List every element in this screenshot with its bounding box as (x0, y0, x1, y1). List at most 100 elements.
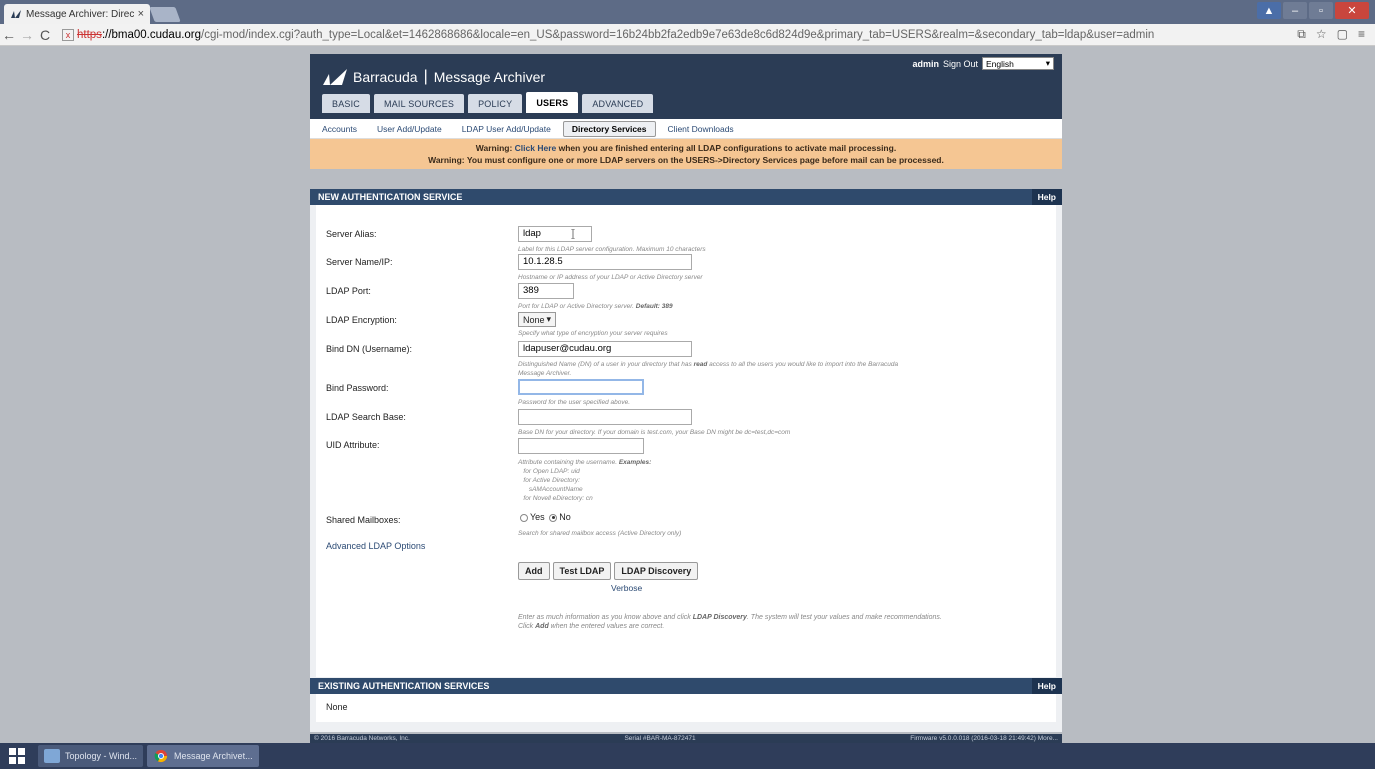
server-name-hint: Hostname or IP address of your LDAP or A… (518, 274, 703, 281)
ldap-encryption-label: LDAP Encryption: (326, 315, 397, 325)
brand-name: Barracuda (353, 69, 418, 85)
menu-icon[interactable]: ≡ (1358, 27, 1365, 42)
discovery-info: Enter as much information as you know ab… (518, 613, 1038, 631)
sign-out-link[interactable]: Sign Out (943, 59, 978, 69)
text-cursor-icon (571, 229, 575, 239)
url-host: ://bma00.cudau.org (101, 28, 202, 41)
app-footer: © 2016 Barracuda Networks, Inc. Serial #… (310, 734, 1062, 743)
forward-button[interactable]: → (18, 27, 36, 43)
tab-policy[interactable]: POLICY (468, 94, 523, 113)
minimize-icon[interactable]: ‒ (1283, 2, 1307, 19)
subnav-ldap-user-add-update[interactable]: LDAP User Add/Update (454, 122, 559, 136)
test-ldap-button[interactable]: Test LDAP (552, 562, 612, 580)
discovery-info-pre: Enter as much information as you know ab… (518, 614, 693, 621)
translate-icon[interactable]: ⧉ (1297, 27, 1306, 42)
subnav-accounts[interactable]: Accounts (314, 122, 365, 136)
advanced-ldap-options-link[interactable]: Advanced LDAP Options (326, 541, 425, 551)
address-bar[interactable]: x https://bma00.cudau.org/cgi-mod/index.… (62, 26, 1287, 44)
taskbar-item-label: Message Archivet... (174, 751, 253, 761)
tab-advanced[interactable]: ADVANCED (582, 94, 654, 113)
discovery-info-bold: LDAP Discovery (692, 614, 747, 621)
shared-yes-radio[interactable] (520, 513, 528, 522)
language-select[interactable]: English ▾ (982, 57, 1054, 70)
dropdown-arrow-icon: ▾ (546, 314, 551, 324)
uid-attribute-input[interactable] (518, 438, 644, 454)
uid-attribute-label: UID Attribute: (326, 440, 380, 450)
existing-services-list: None (316, 694, 1056, 722)
ldap-discovery-button[interactable]: LDAP Discovery (614, 562, 699, 580)
url-scheme: https (77, 28, 102, 41)
reload-button[interactable]: C (36, 27, 54, 43)
section-title: NEW AUTHENTICATION SERVICE (318, 192, 463, 202)
brand-logo[interactable]: Barracuda | Message Archiver (322, 68, 545, 86)
subnav-directory-services[interactable]: Directory Services (562, 120, 656, 137)
tab-basic[interactable]: BASIC (322, 94, 371, 113)
action-buttons: Add Test LDAP LDAP Discovery (518, 562, 699, 580)
bind-dn-hint: Distinguished Name (DN) of a user in you… (518, 360, 1038, 378)
close-tab-icon[interactable]: × (138, 8, 144, 20)
discovery-info2-bold: Add (535, 623, 549, 630)
start-button[interactable] (0, 743, 34, 769)
bind-password-input[interactable] (518, 379, 644, 395)
no-services-text: None (326, 702, 348, 712)
barracuda-logo-icon (323, 69, 347, 85)
maximize-icon[interactable]: ▫ (1309, 2, 1333, 19)
shared-mailboxes-hint: Search for shared mailbox access (Active… (518, 530, 682, 537)
help-button[interactable]: Help (1031, 678, 1062, 694)
search-base-hint: Base DN for your directory. If your doma… (518, 429, 791, 436)
browser-tabstrip: Message Archiver: Directo × ▲ ‒ ▫ ✕ (0, 0, 1375, 24)
taskbar-item-topology[interactable]: Topology - Wind... (38, 745, 144, 767)
secondary-nav: Accounts User Add/Update LDAP User Add/U… (310, 119, 1062, 139)
new-tab-button[interactable] (149, 7, 181, 22)
search-base-label: LDAP Search Base: (326, 412, 406, 422)
bind-dn-input[interactable]: ldapuser@cudau.org (518, 341, 692, 357)
help-button[interactable]: Help (1031, 189, 1062, 205)
section-title: EXISTING AUTHENTICATION SERVICES (318, 681, 490, 691)
server-alias-value: ldap (523, 228, 541, 239)
browser-tab[interactable]: Message Archiver: Directo × (4, 4, 150, 24)
search-base-input[interactable] (518, 409, 692, 425)
uid-hint-pre: Attribute containing the username. (518, 459, 619, 466)
ldap-port-hint-default: Default: 389 (635, 303, 673, 310)
shared-yes-label: Yes (530, 512, 545, 522)
barracuda-favicon-icon (11, 10, 21, 18)
ldap-encryption-select[interactable]: None ▾ (518, 312, 556, 327)
ldap-encryption-value: None (523, 314, 545, 325)
verbose-link[interactable]: Verbose (611, 583, 642, 593)
section-header: NEW AUTHENTICATION SERVICE Help (310, 189, 1062, 205)
new-auth-service-section: NEW AUTHENTICATION SERVICE Help Server A… (310, 189, 1062, 718)
taskbar-item-label: Topology - Wind... (65, 751, 138, 761)
extension-icon[interactable]: ▢ (1337, 27, 1348, 42)
bind-dn-hint-post: access to all the users you would like t… (707, 361, 899, 368)
taskbar-item-chrome[interactable]: Message Archivet... (147, 745, 259, 767)
shared-no-radio[interactable] (549, 513, 558, 522)
ldap-port-input[interactable]: 389 (518, 283, 574, 299)
warning-text: when you are finished entering all LDAP … (556, 143, 897, 153)
tab-users[interactable]: USERS (526, 92, 579, 113)
tab-mail-sources[interactable]: MAIL SOURCES (374, 94, 465, 113)
server-name-input[interactable]: 10.1.28.5 (518, 254, 692, 270)
chrome-icon (154, 749, 168, 763)
close-window-icon[interactable]: ✕ (1335, 2, 1369, 19)
firmware-info[interactable]: Firmware v5.0.0.018 (2016-03-18 21:49:42… (910, 735, 1058, 742)
server-name-label: Server Name/IP: (326, 257, 393, 267)
dropdown-arrow-icon: ▾ (1045, 58, 1050, 68)
warning-banner: Warning: Click Here when you are finishe… (310, 139, 1062, 169)
click-here-link[interactable]: Click Here (515, 143, 557, 153)
bind-dn-hint-pre: Distinguished Name (DN) of a user in you… (518, 361, 694, 368)
browser-tab-title: Message Archiver: Directo (26, 8, 134, 20)
copyright: © 2016 Barracuda Networks, Inc. (314, 735, 410, 742)
bookmark-star-icon[interactable]: ☆ (1316, 27, 1327, 42)
uid-hint-examples: Examples: (618, 459, 652, 466)
toolbar-right-icons: ⧉ ☆ ▢ ≡ (1287, 27, 1375, 42)
bind-dn-hint-line2: Message Archiver. (518, 370, 572, 377)
user-profile-icon[interactable]: ▲ (1257, 2, 1281, 19)
server-alias-input[interactable]: ldap (518, 226, 592, 242)
insecure-lock-icon[interactable]: x (62, 28, 74, 41)
back-button[interactable]: ← (0, 27, 18, 43)
subnav-user-add-update[interactable]: User Add/Update (369, 122, 450, 136)
window-controls: ▲ ‒ ▫ ✕ (1257, 2, 1369, 19)
subnav-client-downloads[interactable]: Client Downloads (660, 122, 742, 136)
add-button[interactable]: Add (518, 562, 550, 580)
ldap-port-hint-text: Port for LDAP or Active Directory server… (518, 303, 636, 310)
